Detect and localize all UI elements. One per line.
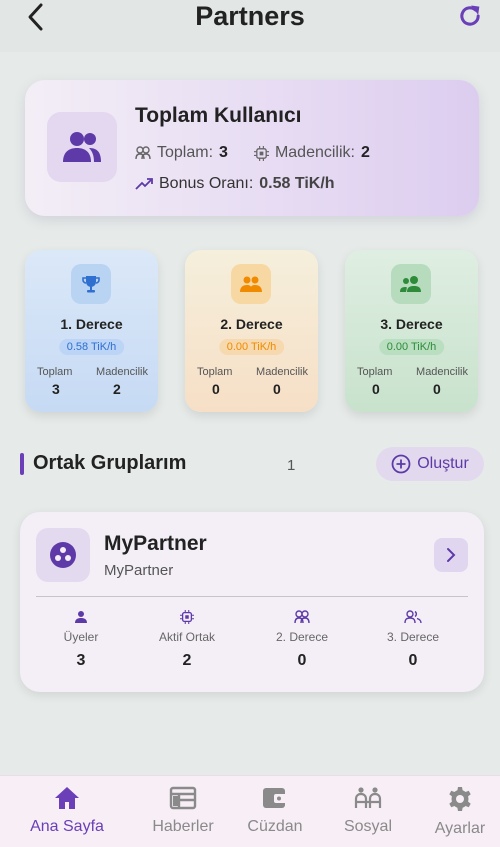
tier-rate-badge: 0.00 TiK/h xyxy=(218,339,285,355)
group-name: MyPartner xyxy=(104,532,207,555)
tier-title: 3. Derece xyxy=(380,316,443,332)
tier-miner-label: Madencilik xyxy=(416,366,468,378)
open-group-button[interactable] xyxy=(434,538,468,572)
bonus-value: 0.58 TiK/h xyxy=(259,175,335,192)
miner-value: 2 xyxy=(360,144,370,161)
bonus-rate-row: Bonus Oranı: 0.58 TiK/h xyxy=(135,175,335,193)
total-value: 3 xyxy=(219,144,228,161)
tier-card-2[interactable]: 2. Derece 0.00 TiK/h Toplam Madencilik 0… xyxy=(185,250,318,412)
add-circle-icon xyxy=(391,454,411,474)
stat-label: Üyeler xyxy=(63,630,99,644)
tier-icon-box xyxy=(71,264,111,304)
settings-icon xyxy=(449,787,471,811)
tier-miner-label: Madencilik xyxy=(256,366,308,378)
wallet-icon xyxy=(263,788,287,808)
total-label: Toplam: xyxy=(157,144,214,161)
tier-card-3[interactable]: 3. Derece 0.00 TiK/h Toplam Madencilik 0… xyxy=(345,250,478,412)
tier-total-label: Toplam xyxy=(197,366,233,378)
group-users-icon xyxy=(63,132,101,162)
supervisor-icon xyxy=(400,276,421,292)
app-header: Partners xyxy=(0,0,500,52)
news-icon xyxy=(169,786,197,810)
tier-miner-value: 0 xyxy=(433,381,441,397)
bonus-label: Bonus Oranı: xyxy=(159,175,254,192)
stat-value: 2 xyxy=(182,652,192,669)
group-icon-box xyxy=(36,528,90,582)
group-subtitle: MyPartner xyxy=(104,562,174,579)
tier-miner-value: 0 xyxy=(273,381,281,397)
stat-tier-2: 2. Derece 0 xyxy=(247,610,357,670)
group-users-icon xyxy=(240,276,262,292)
people-outline-icon xyxy=(294,610,310,624)
stat-active-partners: Aktif Ortak 2 xyxy=(132,610,242,670)
stat-value: 0 xyxy=(297,652,307,669)
tier-rate-badge: 0.58 TiK/h xyxy=(58,339,125,355)
tier-total-value: 0 xyxy=(372,381,380,397)
section-accent-bar xyxy=(20,453,24,475)
bottom-navigation: Ana Sayfa Haberler Cüzdan Sosyal Ayarlar xyxy=(0,775,500,847)
trophy-icon xyxy=(82,276,100,293)
stat-members: Üyeler 3 xyxy=(26,610,136,670)
chevron-right-icon xyxy=(447,548,456,562)
tier-total-value: 3 xyxy=(52,381,60,397)
stat-label: 3. Derece xyxy=(386,630,440,644)
nav-news[interactable]: Haberler xyxy=(133,786,233,836)
section-title: Ortak Gruplarım xyxy=(33,452,187,474)
create-group-label: Oluştur xyxy=(417,455,469,472)
create-group-button[interactable]: Oluştur xyxy=(376,447,484,481)
stat-tier-3: 3. Derece 0 xyxy=(358,610,468,670)
nav-label: Haberler xyxy=(152,818,214,835)
miner-label: Madencilik: xyxy=(274,144,355,161)
tier-total-label: Toplam xyxy=(357,366,393,378)
tier-miner-label: Madencilik xyxy=(96,366,148,378)
tier-title: 2. Derece xyxy=(220,316,283,332)
refresh-button[interactable] xyxy=(456,2,486,30)
tier-title: 1. Derece xyxy=(60,316,123,332)
workspaces-icon xyxy=(50,542,76,568)
total-users-card: Toplam Kullanıcı Toplam: 3 Madencilik: 2… xyxy=(25,80,479,216)
stat-value: 0 xyxy=(408,652,418,669)
tier-rate-badge: 0.00 TiK/h xyxy=(378,339,445,355)
stat-label: Aktif Ortak xyxy=(158,630,215,644)
group-card[interactable]: MyPartner MyPartner Üyeler 3 Aktif Ortak… xyxy=(20,512,484,692)
chip-icon xyxy=(180,610,194,624)
nav-home[interactable]: Ana Sayfa xyxy=(17,786,117,836)
social-icon xyxy=(354,787,382,808)
supervisor-outline-icon xyxy=(404,610,422,624)
tier-card-1[interactable]: 1. Derece 0.58 TiK/h Toplam Madencilik 3… xyxy=(25,250,158,412)
home-icon xyxy=(55,787,79,809)
tier-miner-value: 2 xyxy=(113,381,121,397)
nav-label: Sosyal xyxy=(343,818,393,835)
chip-icon xyxy=(253,145,269,161)
stat-label: 2. Derece xyxy=(275,630,329,644)
refresh-icon xyxy=(460,5,480,26)
trending-up-icon xyxy=(135,178,153,190)
tier-total-value: 0 xyxy=(212,381,220,397)
summary-counts-row: Toplam: 3 Madencilik: 2 xyxy=(135,144,370,162)
nav-settings[interactable]: Ayarlar xyxy=(410,786,500,838)
total-users-title: Toplam Kullanıcı xyxy=(135,104,302,127)
users-icon-box xyxy=(47,112,117,182)
nav-wallet[interactable]: Cüzdan xyxy=(225,786,325,836)
people-outline-icon xyxy=(135,146,151,160)
nav-label: Cüzdan xyxy=(247,818,303,835)
page-title: Partners xyxy=(195,1,305,31)
person-icon xyxy=(75,611,87,623)
tier-total-label: Toplam xyxy=(37,366,73,378)
nav-label: Ana Sayfa xyxy=(30,818,104,835)
nav-label: Ayarlar xyxy=(434,820,486,837)
group-count: 1 xyxy=(287,457,296,474)
tier-icon-box xyxy=(391,264,431,304)
divider xyxy=(36,596,468,597)
nav-social[interactable]: Sosyal xyxy=(318,786,418,836)
tier-icon-box xyxy=(231,264,271,304)
stat-value: 3 xyxy=(76,652,86,669)
